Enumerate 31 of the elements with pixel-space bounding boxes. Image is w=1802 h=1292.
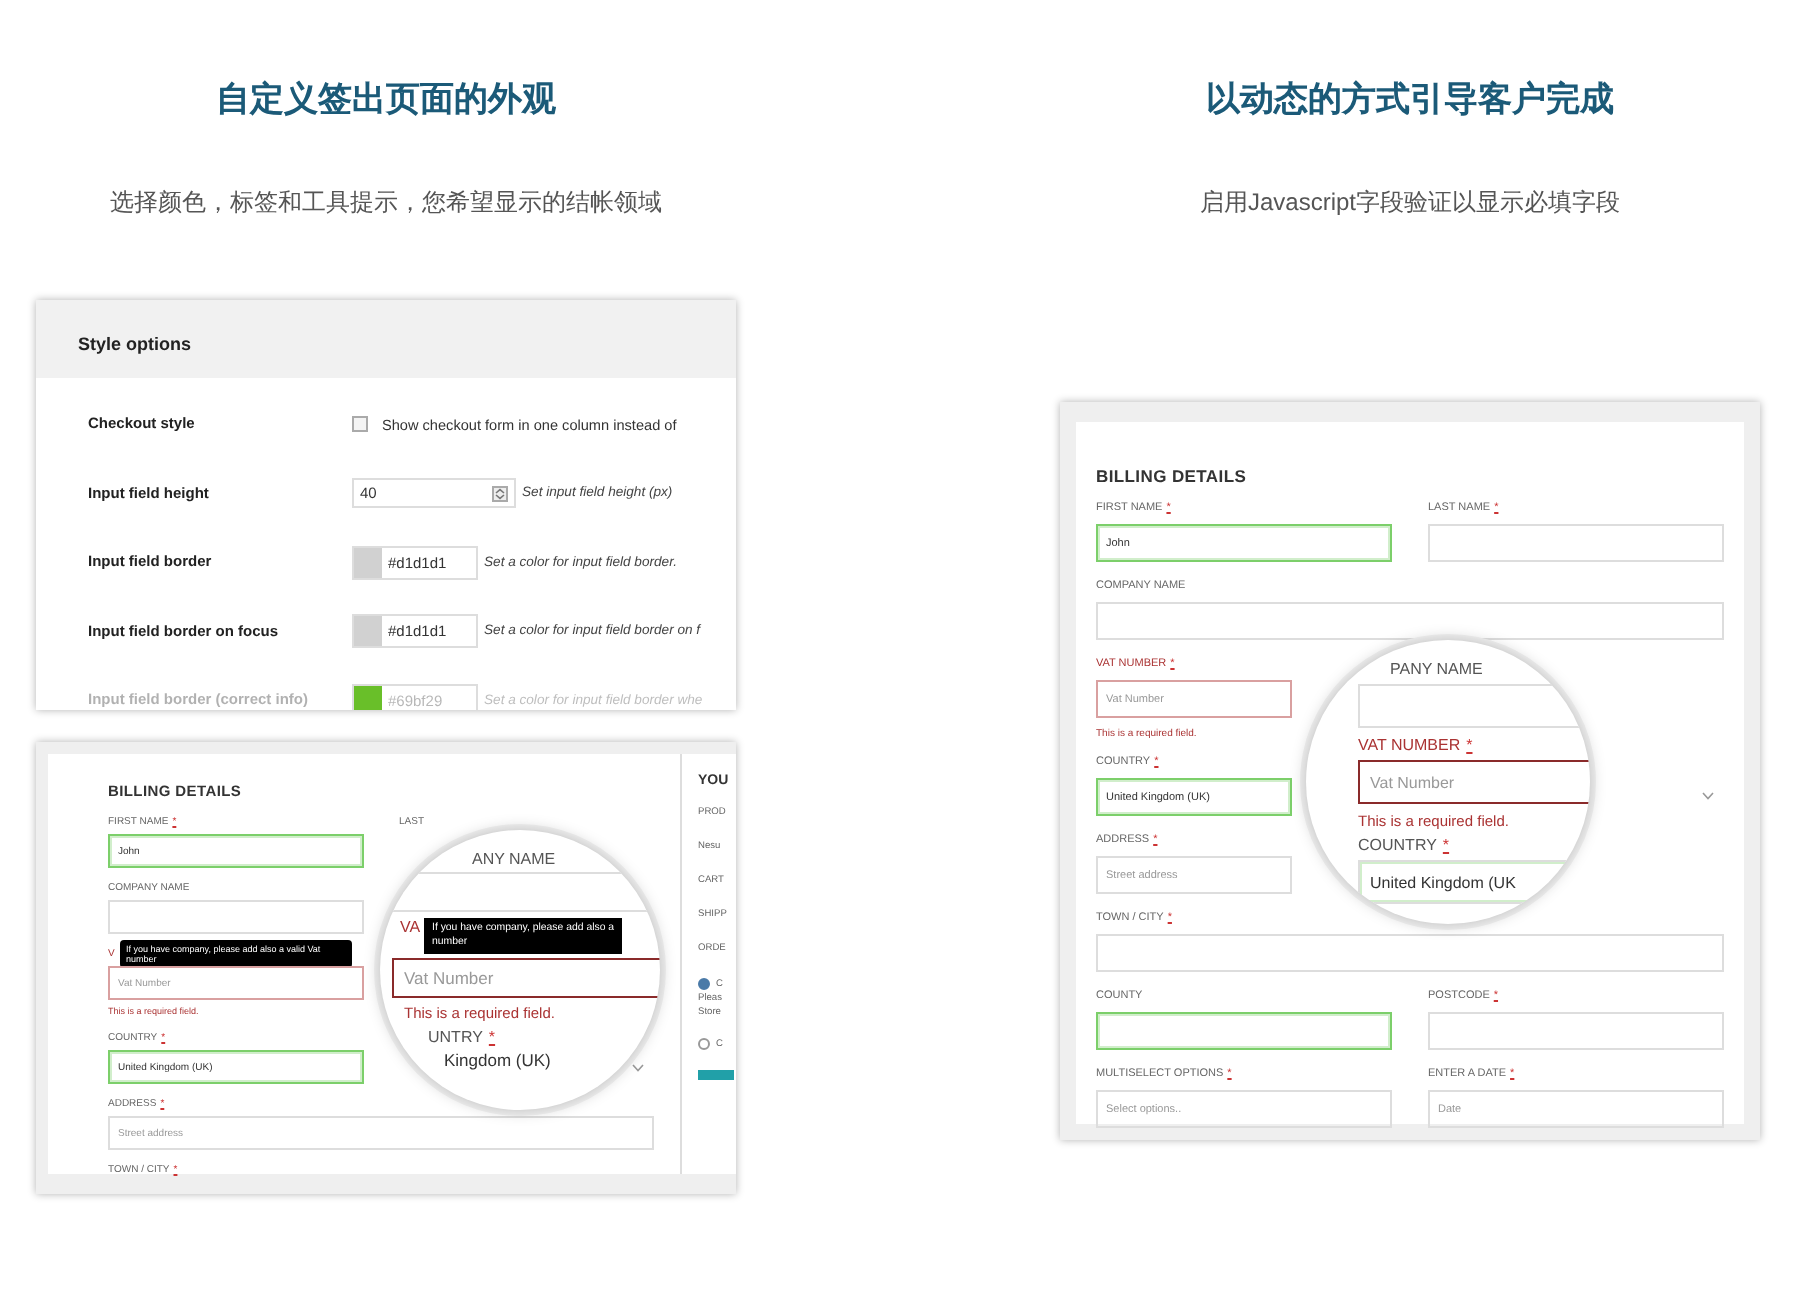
- input-field[interactable]: [1428, 1012, 1724, 1050]
- spinner-icon[interactable]: [492, 485, 508, 502]
- field-label: ANY NAME: [472, 850, 556, 868]
- caret-icon[interactable]: [1702, 792, 1714, 800]
- section-subtitle: 启用Javascript字段验证以显示必填字段: [1197, 186, 1623, 220]
- field-label: UNTRY: [428, 1027, 483, 1045]
- field-label: VA: [400, 918, 421, 936]
- panel-title: Style options: [76, 332, 194, 358]
- field-label: COUNTRY: [1358, 836, 1437, 854]
- section-heading: 以动态的方式引导客户完成: [1204, 78, 1616, 122]
- field-label: PANY NAME: [1390, 660, 1483, 678]
- radio-button[interactable]: [698, 1038, 710, 1050]
- input-field[interactable]: Vat Number: [1358, 760, 1590, 804]
- input-field[interactable]: [1096, 602, 1724, 640]
- input-field[interactable]: Vat Number: [392, 957, 660, 997]
- checkbox[interactable]: [352, 416, 368, 433]
- input-field[interactable]: [1428, 524, 1724, 562]
- field-value: Kingdom (UK): [442, 1049, 551, 1069]
- section-subtitle: 选择颜色，标签和工具提示，您希望显示的结帐领域: [108, 186, 664, 220]
- accent-bar: [698, 1070, 734, 1080]
- radio-button[interactable]: [698, 978, 710, 990]
- field-label: VAT NUMBER: [1358, 736, 1461, 754]
- required-mark: *: [488, 1027, 496, 1045]
- section-heading: 自定义签出页面的外观: [214, 78, 558, 122]
- form-title: BILLING DETAILS: [1096, 466, 1249, 486]
- input-field[interactable]: [108, 900, 364, 934]
- input-field[interactable]: [1096, 1012, 1392, 1050]
- caret-icon[interactable]: [632, 1064, 644, 1072]
- required-mark: *: [1442, 836, 1450, 854]
- input-field[interactable]: [1096, 934, 1724, 972]
- required-mark: *: [1466, 736, 1473, 754]
